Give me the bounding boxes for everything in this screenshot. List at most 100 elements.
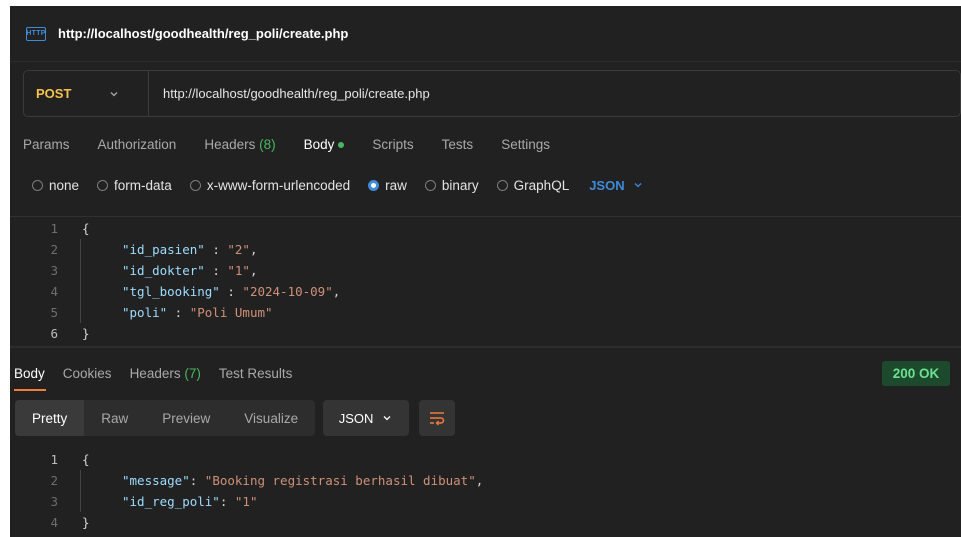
- tab-scripts[interactable]: Scripts: [372, 137, 413, 152]
- line-number: 4: [50, 515, 58, 530]
- view-raw[interactable]: Raw: [84, 400, 145, 436]
- resp-headers-count: (7): [184, 365, 201, 381]
- json-key: "id_pasien": [122, 242, 205, 257]
- body-type-none[interactable]: none: [32, 178, 79, 193]
- code-line: 2 "message": "Booking registrasi berhasil…: [10, 470, 961, 491]
- tab-authorization[interactable]: Authorization: [98, 137, 177, 152]
- wrap-lines-icon: [430, 412, 445, 426]
- divider: [10, 216, 961, 217]
- request-title-bar: HTTP http://localhost/goodhealth/reg_pol…: [10, 6, 961, 62]
- json-comma: ,: [249, 263, 258, 278]
- json-value: "2024-10-09": [242, 284, 333, 299]
- view-pretty[interactable]: Pretty: [15, 400, 85, 436]
- indent-guide: [80, 239, 81, 323]
- json-value: "2": [227, 242, 250, 257]
- view-visualize[interactable]: Visualize: [227, 400, 315, 436]
- tab-headers-label: Headers: [204, 136, 256, 152]
- resp-tab-headers[interactable]: Headers (7): [130, 366, 201, 381]
- code-line: 6}: [10, 323, 961, 344]
- resp-tab-body[interactable]: Body: [14, 366, 45, 381]
- json-sep: :: [204, 263, 228, 278]
- json-value: "Poli Umum": [189, 305, 273, 320]
- line-number: 1: [50, 221, 58, 236]
- radio-icon: [97, 179, 109, 191]
- json-key: "tgl_booking": [122, 284, 220, 299]
- json-key: "poli": [122, 305, 168, 320]
- raw-format-dropdown[interactable]: JSON: [589, 178, 643, 193]
- resp-tab-headers-label: Headers: [129, 365, 181, 381]
- code-line: 1{: [10, 449, 961, 470]
- headers-count: (8): [259, 136, 276, 152]
- method-label: POST: [36, 86, 72, 101]
- request-tabs: Params Authorization Headers (8) Body Sc…: [23, 134, 578, 154]
- json-sep: :: [204, 242, 228, 257]
- chevron-down-icon: [383, 416, 391, 421]
- line-number: 4: [50, 284, 58, 299]
- resp-tab-cookies[interactable]: Cookies: [63, 366, 112, 381]
- wrap-lines-button[interactable]: [419, 400, 456, 436]
- line-number: 1: [50, 452, 58, 467]
- body-type-label: binary: [441, 177, 479, 193]
- line-number: 2: [50, 473, 58, 488]
- modified-dot-icon: [338, 141, 345, 148]
- line-number: 3: [50, 263, 58, 278]
- json-key: "message": [122, 473, 190, 488]
- close-brace: }: [82, 326, 90, 341]
- json-value: "1": [227, 263, 250, 278]
- tab-tests[interactable]: Tests: [442, 137, 474, 152]
- tab-params[interactable]: Params: [23, 137, 70, 152]
- response-format-label: JSON: [338, 410, 374, 426]
- json-comma: ,: [249, 242, 258, 257]
- body-type-label: raw: [385, 177, 407, 193]
- view-preview[interactable]: Preview: [145, 400, 227, 436]
- code-line: 4}: [10, 512, 961, 533]
- body-type-raw[interactable]: raw: [368, 178, 407, 193]
- body-type-form-data[interactable]: form-data: [97, 178, 172, 193]
- body-type-label: x-www-form-urlencoded: [206, 177, 351, 193]
- pane-splitter[interactable]: [10, 346, 961, 348]
- tab-body[interactable]: Body: [304, 137, 345, 152]
- json-key: "id_dokter": [122, 263, 205, 278]
- body-type-binary[interactable]: binary: [424, 177, 479, 193]
- tab-settings[interactable]: Settings: [501, 137, 550, 152]
- json-key: "id_reg_poli": [122, 494, 220, 509]
- method-dropdown[interactable]: POST: [24, 71, 149, 116]
- body-type-label: GraphQL: [513, 177, 570, 193]
- body-type-label: form-data: [114, 177, 172, 193]
- open-brace: {: [82, 452, 90, 467]
- radio-selected-icon: [368, 179, 380, 191]
- raw-format-label: JSON: [589, 177, 625, 193]
- radio-icon: [496, 179, 508, 191]
- status-badge[interactable]: 200 OK: [882, 361, 950, 386]
- code-line: 4 "tgl_booking" : "2024-10-09",: [10, 281, 961, 302]
- request-body-editor[interactable]: 1{ 2 "id_pasien" : "2", 3 "id_dokter" : "1…: [10, 218, 961, 344]
- indent-guide: [80, 470, 81, 512]
- chevron-down-icon: [110, 91, 118, 96]
- body-type-options: none form-data x-www-form-urlencoded raw…: [32, 176, 644, 194]
- radio-icon: [189, 179, 201, 191]
- tab-headers[interactable]: Headers (8): [204, 137, 275, 152]
- resp-tab-test-results[interactable]: Test Results: [219, 366, 293, 381]
- body-type-graphql[interactable]: GraphQL: [496, 177, 570, 193]
- open-brace: {: [82, 221, 90, 236]
- body-type-urlencoded[interactable]: x-www-form-urlencoded: [189, 177, 351, 193]
- line-number: 5: [50, 305, 58, 320]
- response-view-bar: Pretty Raw Preview Visualize JSON: [15, 400, 456, 436]
- radio-icon: [424, 179, 436, 191]
- response-body-viewer[interactable]: 1{ 2 "message": "Booking registrasi berha…: [10, 449, 961, 533]
- url-input[interactable]: http://localhost/goodhealth/reg_poli/cre…: [149, 86, 430, 101]
- json-value: "Booking registrasi berhasil dibuat": [204, 473, 476, 488]
- request-title[interactable]: http://localhost/goodhealth/reg_poli/cre…: [58, 26, 348, 41]
- url-bar: POST http://localhost/goodhealth/reg_pol…: [23, 70, 961, 117]
- close-brace: }: [82, 515, 90, 530]
- json-comma: ,: [332, 284, 341, 299]
- code-line: 1{: [10, 218, 961, 239]
- json-sep: :: [189, 473, 205, 488]
- postman-window: HTTP http://localhost/goodhealth/reg_pol…: [10, 6, 961, 537]
- response-tabs: Body Cookies Headers (7) Test Results: [14, 363, 310, 383]
- tab-body-label: Body: [303, 136, 335, 152]
- json-sep: :: [219, 284, 243, 299]
- response-format-dropdown[interactable]: JSON: [323, 400, 410, 436]
- http-icon: HTTP: [26, 26, 46, 41]
- line-number: 6: [50, 326, 58, 341]
